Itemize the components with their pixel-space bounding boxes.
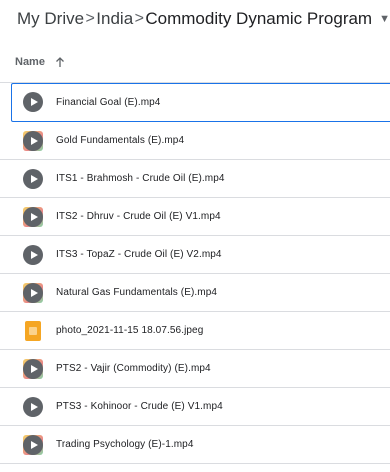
- file-row[interactable]: photo_2021-11-15 18.07.56.jpeg: [0, 312, 390, 350]
- file-name: ITS2 - Dhruv - Crude Oil (E) V1.mp4: [56, 211, 221, 222]
- breadcrumb-current-folder[interactable]: Commodity Dynamic Program: [145, 9, 372, 29]
- file-row[interactable]: Gold Fundamentals (E).mp4: [0, 122, 390, 160]
- video-file-icon: [23, 245, 43, 265]
- file-name: Natural Gas Fundamentals (E).mp4: [56, 287, 218, 298]
- video-file-icon: [23, 359, 43, 379]
- breadcrumb-my-drive[interactable]: My Drive: [17, 9, 84, 29]
- breadcrumb-india[interactable]: India: [96, 9, 133, 29]
- video-file-icon: [23, 435, 43, 455]
- file-list: Financial Goal (E).mp4 Gold Fundamentals …: [0, 83, 390, 464]
- file-name: ITS3 - TopaZ - Crude Oil (E) V2.mp4: [56, 249, 222, 260]
- file-name: PTS2 - Vajir (Commodity) (E).mp4: [56, 363, 211, 374]
- video-file-icon: [23, 131, 43, 151]
- file-name: PTS3 - Kohinoor - Crude (E) V1.mp4: [56, 401, 223, 412]
- video-file-icon: [23, 207, 43, 227]
- file-row[interactable]: PTS3 - Kohinoor - Crude (E) V1.mp4: [0, 388, 390, 426]
- file-row[interactable]: Financial Goal (E).mp4: [11, 83, 390, 122]
- file-row[interactable]: Natural Gas Fundamentals (E).mp4: [0, 274, 390, 312]
- sort-ascending-arrow-icon[interactable]: [55, 56, 65, 68]
- file-name: photo_2021-11-15 18.07.56.jpeg: [56, 325, 204, 336]
- file-name: Gold Fundamentals (E).mp4: [56, 135, 185, 146]
- file-row[interactable]: ITS2 - Dhruv - Crude Oil (E) V1.mp4: [0, 198, 390, 236]
- folder-menu-dropdown-icon[interactable]: ▼: [379, 13, 390, 25]
- video-file-icon: [23, 169, 43, 189]
- video-file-icon: [23, 397, 43, 417]
- file-row[interactable]: ITS3 - TopaZ - Crude Oil (E) V2.mp4: [0, 236, 390, 274]
- file-row[interactable]: PTS2 - Vajir (Commodity) (E).mp4: [0, 350, 390, 388]
- breadcrumb-separator-icon: >: [134, 10, 144, 27]
- video-file-icon: [23, 283, 43, 303]
- file-name: Trading Psychology (E)-1.mp4: [56, 439, 194, 450]
- breadcrumb: My Drive > India > Commodity Dynamic Pro…: [0, 0, 390, 38]
- breadcrumb-separator-icon: >: [85, 10, 95, 27]
- file-name: Financial Goal (E).mp4: [56, 97, 161, 108]
- file-name: ITS1 - Brahmosh - Crude Oil (E).mp4: [56, 173, 225, 184]
- file-list-header: Name: [0, 42, 390, 83]
- file-row[interactable]: ITS1 - Brahmosh - Crude Oil (E).mp4: [0, 160, 390, 198]
- image-file-icon: [23, 321, 43, 341]
- name-column-header[interactable]: Name: [15, 56, 45, 68]
- file-row[interactable]: Trading Psychology (E)-1.mp4: [0, 426, 390, 464]
- video-file-icon: [23, 92, 43, 112]
